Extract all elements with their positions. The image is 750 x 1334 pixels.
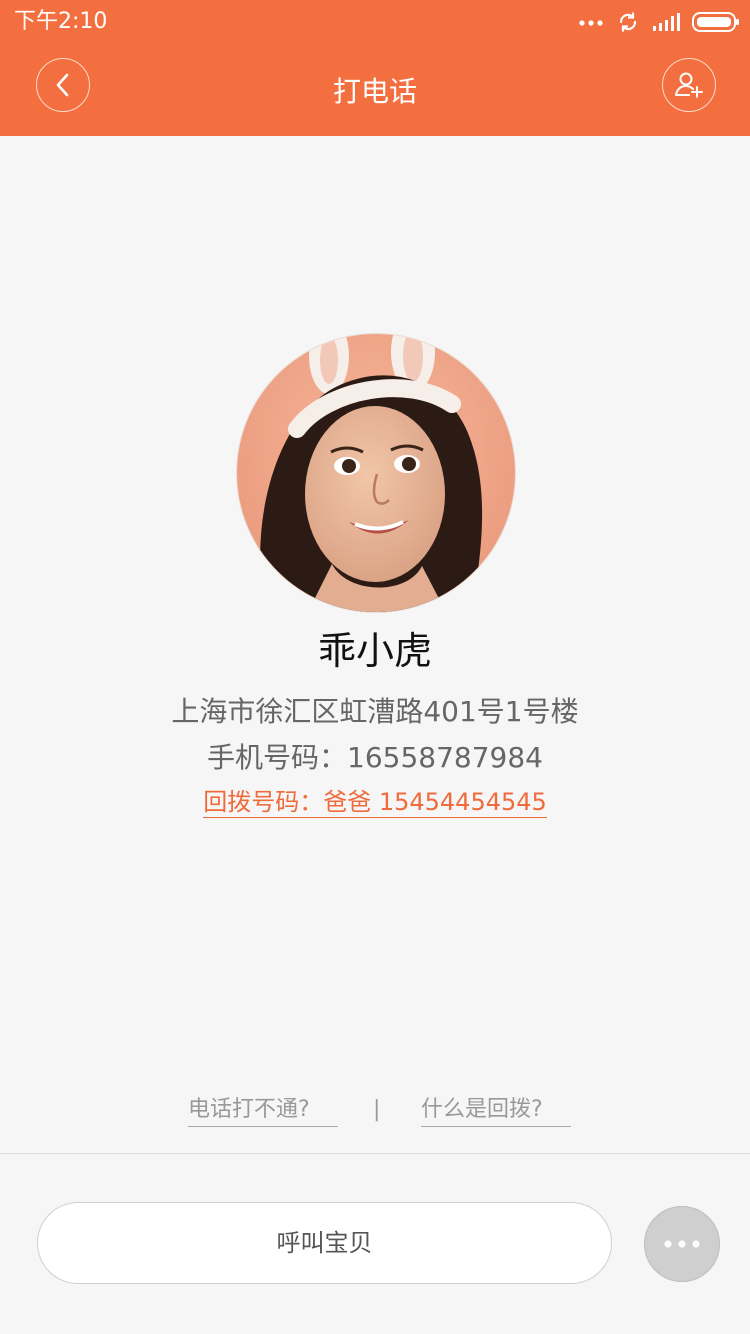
battery-icon [692, 12, 739, 32]
contact-name: 乖小虎 [317, 629, 432, 673]
more-button[interactable] [644, 1206, 720, 1282]
cannot-connect-link[interactable]: 电话打不通? [188, 1094, 338, 1127]
callback-number-link[interactable]: 回拨号码：爸爸 15454454545 [0, 784, 750, 820]
add-user-icon [675, 72, 703, 98]
page-title: 打电话 [332, 75, 417, 108]
call-baby-button[interactable]: 呼叫宝贝 [37, 1202, 612, 1284]
sync-icon [619, 12, 637, 32]
help-separator: | [373, 1097, 381, 1122]
signal-icon [653, 13, 680, 31]
more-dots-icon [664, 1240, 700, 1248]
avatar [236, 333, 516, 613]
status-bar: 下午2:10 [0, 0, 750, 44]
child-photo [237, 334, 515, 612]
header: 下午2:10 打电话 [0, 0, 750, 136]
status-icons [578, 8, 740, 36]
help-links: 电话打不通? | 什么是回拨? [0, 1094, 750, 1130]
add-contact-button[interactable] [662, 58, 716, 112]
mobile-number: 手机号码：16558787984 [207, 741, 543, 774]
divider [0, 1153, 750, 1154]
more-dots-icon [579, 20, 603, 26]
callback-number-text[interactable]: 回拨号码：爸爸 15454454545 [203, 788, 547, 818]
status-time: 下午2:10 [14, 9, 108, 34]
call-screen: 下午2:10 打电话 乖小虎 上海市徐汇区虹漕路401号1号楼 手机号码：165… [0, 0, 750, 1334]
contact-address: 上海市徐汇区虹漕路401号1号楼 [171, 695, 579, 728]
what-is-callback-link[interactable]: 什么是回拨? [421, 1094, 571, 1127]
